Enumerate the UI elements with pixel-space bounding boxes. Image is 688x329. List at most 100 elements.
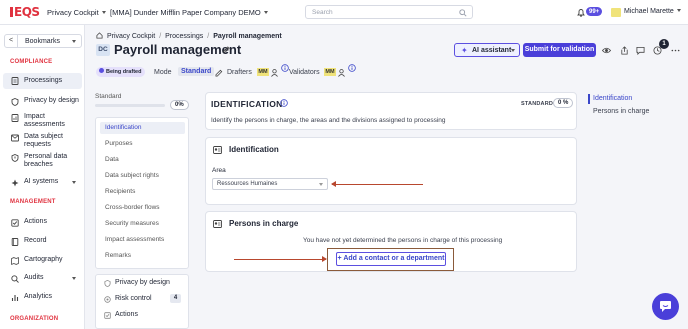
user-menu[interactable]: Michael Marette	[624, 8, 681, 15]
section-remarks[interactable]: Remarks	[105, 252, 131, 259]
module-privacy-by-design[interactable]: Privacy by design	[115, 279, 170, 286]
sidebar-item-label: Analytics	[24, 293, 53, 300]
drafter-pen-icon	[215, 69, 223, 77]
collapse-sidebar-button[interactable]: <	[5, 35, 18, 47]
export-icon[interactable]	[620, 46, 629, 55]
company-logo	[611, 8, 621, 17]
chevron-down-icon	[72, 181, 76, 184]
persons-in-charge-heading: Persons in charge	[229, 219, 299, 228]
notifications-badge[interactable]: 99+	[586, 7, 603, 16]
sidebar-item-actions[interactable]: Actions	[3, 218, 82, 227]
shield-icon	[11, 98, 19, 106]
notification-count-badge: 1	[659, 39, 669, 49]
chevron-down-icon	[676, 9, 681, 12]
sidebar-item-audits[interactable]: Audits	[3, 274, 82, 283]
status-badge: Being drafted	[96, 67, 146, 77]
section-management: MANAGEMENT	[10, 199, 56, 205]
toc-identification[interactable]: Identification	[593, 95, 632, 102]
bell-icon[interactable]	[577, 8, 585, 17]
bookmarks-label: Bookmarks	[25, 37, 61, 45]
section-purposes[interactable]: Purposes	[105, 140, 132, 147]
info-icon[interactable]	[280, 99, 288, 107]
breadcrumb-current: Payroll management	[213, 33, 282, 40]
sections-nav: Identification Purposes Data Data subjec…	[95, 117, 189, 269]
chevron-down-icon	[72, 40, 76, 43]
area-selected-value: Ressources Humaines	[217, 181, 278, 187]
section-data[interactable]: Data	[105, 156, 119, 163]
sidebar-item-personal-data-breaches[interactable]: Personal data breaches	[3, 153, 82, 169]
identification-description: Identify the persons in charge, the area…	[211, 117, 446, 124]
chat-support-button[interactable]	[652, 293, 679, 320]
module-risk-control[interactable]: Risk control	[115, 295, 152, 302]
sidebar-item-label: Impact assessments	[24, 113, 65, 128]
sparkle-icon	[11, 179, 19, 187]
company-switcher[interactable]: [MMA] Dunder Mifflin Paper Company DEMO	[110, 8, 268, 17]
section-data-subject-rights[interactable]: Data subject rights	[105, 172, 159, 179]
workspace-switcher[interactable]: Privacy Cockpit	[47, 8, 106, 17]
sidebar-item-processings[interactable]: Processings	[3, 73, 82, 89]
completion-percent: 0%	[170, 100, 189, 110]
sidebar-item-data-subject-requests[interactable]: Data subject requests	[3, 133, 82, 149]
shield-icon	[104, 280, 111, 287]
document-icon	[11, 77, 19, 85]
submit-for-validation-button[interactable]: Submit for validation	[523, 43, 596, 57]
eqs-logo[interactable]: EQS	[10, 5, 40, 19]
section-cross-border-flows[interactable]: Cross-border flows	[105, 204, 160, 211]
sidebar-item-analytics[interactable]: Analytics	[3, 293, 82, 301]
add-contact-or-department-button[interactable]: + Add a contact or a department	[336, 252, 446, 266]
person-icon[interactable]	[338, 69, 345, 77]
identification-card	[205, 92, 577, 130]
bookmarks-dropdown[interactable]: < Bookmarks	[4, 34, 82, 48]
home-icon[interactable]	[96, 32, 103, 39]
risk-icon	[104, 296, 111, 303]
sidebar-item-record[interactable]: Record	[3, 237, 82, 246]
info-icon[interactable]	[348, 64, 356, 72]
drafter-avatar[interactable]: MM	[257, 68, 269, 76]
toc-active-indicator	[588, 94, 590, 104]
breadcrumb-privacy-cockpit[interactable]: Privacy Cockpit	[107, 33, 155, 40]
section-impact-assessments[interactable]: Impact assessments	[105, 236, 164, 243]
checklist-icon	[11, 219, 19, 227]
info-icon[interactable]	[281, 64, 289, 72]
drafters-label: Drafters	[227, 69, 252, 76]
completion-progress-bar	[95, 104, 165, 107]
sidebar-item-label: Audits	[24, 274, 44, 281]
ai-assistant-button[interactable]: ✦ AI assistant	[454, 43, 520, 57]
search-icon	[459, 9, 467, 17]
toc-persons-in-charge[interactable]: Persons in charge	[593, 108, 649, 115]
breadcrumb-processings[interactable]: Processings	[165, 33, 203, 40]
sidebar-item-privacy-by-design[interactable]: Privacy by design	[3, 97, 82, 106]
sidebar-item-label: Processings	[24, 77, 63, 84]
search-input[interactable]: Search	[305, 5, 473, 19]
eye-icon[interactable]	[602, 46, 611, 55]
area-select[interactable]: Ressources Humaines	[212, 178, 328, 190]
section-identification[interactable]: Identification	[105, 124, 142, 131]
more-options-icon[interactable]	[671, 46, 680, 55]
ai-assistant-label: AI assistant	[472, 47, 512, 54]
audit-icon	[11, 275, 19, 283]
section-recipients[interactable]: Recipients	[105, 188, 135, 195]
mode-value[interactable]: Standard	[178, 67, 215, 76]
edit-icon[interactable]	[223, 46, 230, 53]
section-security-measures[interactable]: Security measures	[105, 220, 159, 227]
person-icon[interactable]	[271, 69, 278, 77]
identification-subheading: Identification	[229, 145, 279, 154]
sidebar-item-label: Cartography	[24, 256, 63, 263]
arrowhead-left	[331, 181, 336, 187]
identification-heading: IDENTIFICATION	[211, 99, 283, 109]
left-sidebar: < Bookmarks COMPLIANCE Processings Priva…	[0, 25, 85, 329]
chat-icon	[660, 301, 671, 312]
module-actions[interactable]: Actions	[115, 311, 138, 318]
mode-label: Mode	[154, 69, 172, 76]
id-card-icon	[213, 146, 222, 154]
sidebar-item-label: Actions	[24, 218, 47, 225]
comment-icon[interactable]	[636, 46, 645, 55]
arrowhead-right	[322, 256, 327, 262]
sidebar-item-ai-systems[interactable]: AI systems	[3, 178, 82, 187]
section-organization: ORGANIZATION	[10, 316, 59, 322]
sidebar-item-impact-assessments[interactable]: Impact assessments	[3, 113, 82, 129]
validator-avatar[interactable]: MM	[324, 68, 336, 76]
processing-badge: DC	[96, 44, 110, 56]
breach-icon	[11, 154, 19, 162]
sidebar-item-cartography[interactable]: Cartography	[3, 256, 82, 265]
